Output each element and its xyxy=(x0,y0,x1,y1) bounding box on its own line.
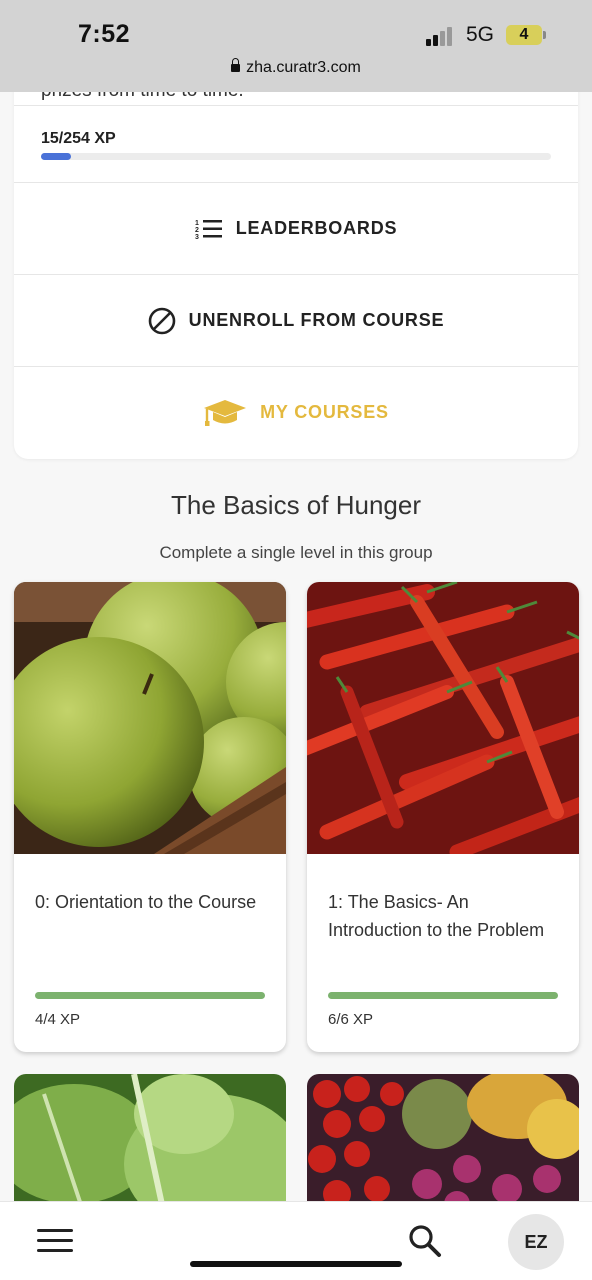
xp-progress-row: 15/254 XP xyxy=(14,105,578,183)
course-card-vegetables[interactable] xyxy=(307,1074,579,1214)
unenroll-button[interactable]: UNENROLL FROM COURSE xyxy=(14,274,578,366)
ordered-list-icon: 1 2 3 xyxy=(195,218,223,240)
course-progress-card: prizes from time to time. 15/254 XP 1 2 … xyxy=(14,80,578,459)
course-card-orientation[interactable]: 0: Orientation to the Course 4/4 XP xyxy=(14,582,286,1052)
menu-icon[interactable] xyxy=(37,1227,73,1253)
url-text: zha.curatr3.com xyxy=(246,59,361,76)
ban-icon xyxy=(148,307,176,335)
my-courses-label: MY COURSES xyxy=(260,402,389,422)
course-card-lettuce[interactable] xyxy=(14,1074,286,1214)
course-progress-bar xyxy=(328,992,558,999)
xp-progress-track xyxy=(41,153,551,160)
svg-text:3: 3 xyxy=(195,234,200,240)
signal-icon xyxy=(426,26,458,46)
search-icon[interactable] xyxy=(408,1224,442,1258)
leaderboards-button[interactable]: 1 2 3 LEADERBOARDS xyxy=(14,182,578,274)
section-title: The Basics of Hunger xyxy=(170,490,421,520)
network-type: 5G xyxy=(466,23,495,46)
xp-progress-fill xyxy=(41,153,71,160)
svg-text:1: 1 xyxy=(195,220,200,227)
course-title: 1: The Basics- An Introduction to the Pr… xyxy=(328,892,545,940)
vegetables-image xyxy=(307,1074,579,1214)
url-bar[interactable]: zha.curatr3.com xyxy=(0,58,592,77)
green-apples-image xyxy=(14,582,286,854)
my-courses-button[interactable]: MY COURSES xyxy=(14,366,578,458)
leaderboards-label: LEADERBOARDS xyxy=(235,218,398,238)
home-indicator xyxy=(190,1261,402,1267)
graduation-cap-icon xyxy=(203,398,247,428)
battery-icon: 4 xyxy=(506,25,542,45)
red-chili-peppers-image xyxy=(307,582,579,854)
user-avatar[interactable]: EZ xyxy=(508,1214,564,1270)
course-xp: 4/4 XP xyxy=(35,1011,81,1028)
lock-icon xyxy=(231,58,241,72)
xp-label: 15/254 XP xyxy=(41,130,116,147)
course-xp: 6/6 XP xyxy=(328,1011,374,1028)
section-subtitle: Complete a single level in this group xyxy=(159,543,433,562)
lettuce-image xyxy=(14,1074,286,1214)
svg-text:2: 2 xyxy=(195,227,200,234)
course-card-basics[interactable]: 1: The Basics- An Introduction to the Pr… xyxy=(307,582,579,1052)
status-bar: 7:52 5G 4 zha.curatr3.com xyxy=(0,0,592,92)
unenroll-label: UNENROLL FROM COURSE xyxy=(188,310,445,330)
course-progress-bar xyxy=(35,992,265,999)
bottom-nav-bar: EZ xyxy=(0,1201,592,1280)
status-time: 7:52 xyxy=(78,20,131,48)
battery-tip xyxy=(543,31,546,39)
course-title: 0: Orientation to the Course xyxy=(35,892,257,912)
